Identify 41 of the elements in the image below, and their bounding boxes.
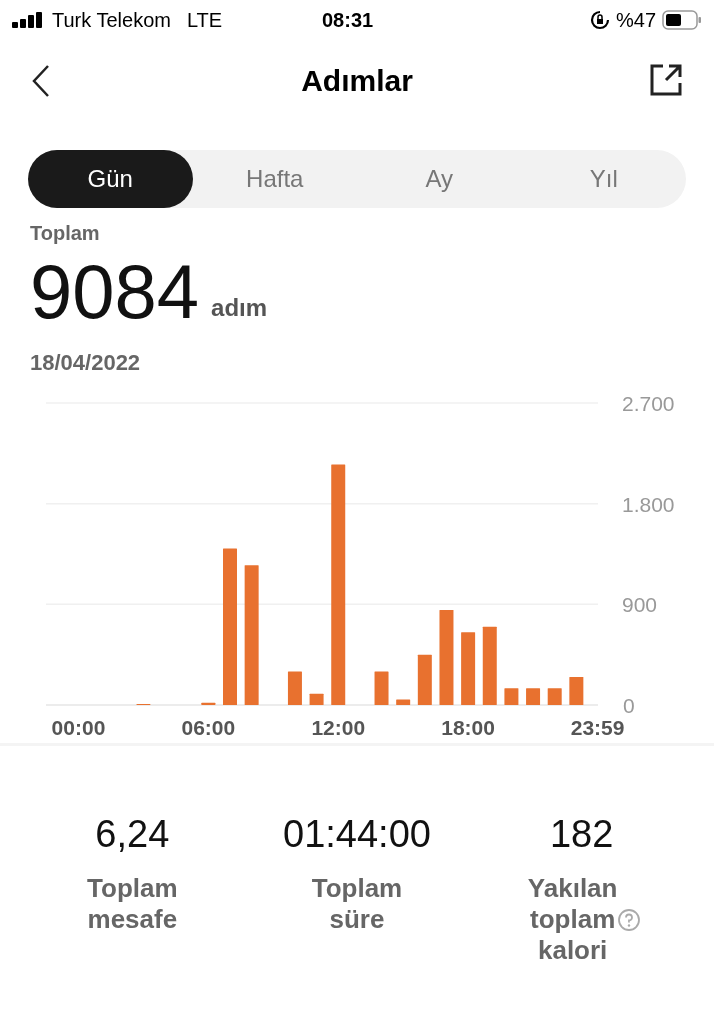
step-unit: adım xyxy=(211,293,268,323)
step-bar xyxy=(569,677,584,705)
step-count: 9084 xyxy=(30,252,200,332)
carrier-name: Turk Telekom xyxy=(52,8,171,33)
signal-icon xyxy=(12,12,44,28)
step-bar xyxy=(309,693,324,705)
stat-label: Toplam mesafe xyxy=(86,873,179,935)
y-axis-label: 2.700 xyxy=(622,392,675,415)
period-tab[interactable]: Yıl xyxy=(521,150,686,208)
x-axis-label: 00:00 xyxy=(51,716,106,739)
x-axis-label: 12:00 xyxy=(311,716,366,739)
rotation-lock-icon xyxy=(589,10,610,30)
battery-icon xyxy=(662,10,702,30)
x-axis-label: 06:00 xyxy=(181,716,236,739)
y-axis-label: 900 xyxy=(622,593,658,617)
stat-value: 01:44:00 xyxy=(283,812,431,857)
period-tab[interactable]: Gün xyxy=(28,150,193,208)
period-tab[interactable]: Ay xyxy=(357,150,522,208)
period-tab[interactable]: Hafta xyxy=(192,150,357,208)
step-bar xyxy=(396,699,411,705)
step-bar xyxy=(547,688,562,705)
step-bar xyxy=(417,654,432,705)
stat-label: Yakılan toplam kalori xyxy=(526,873,619,966)
step-bar xyxy=(287,671,302,705)
x-axis-label: 23:59 xyxy=(570,716,625,739)
y-axis-label: 1.800 xyxy=(622,492,675,516)
stat-value: 182 xyxy=(549,812,614,857)
total-label: Toplam xyxy=(30,221,101,246)
step-bar xyxy=(504,688,519,705)
battery-percent: %47 xyxy=(615,8,656,33)
clock: 08:31 xyxy=(322,8,374,33)
date-label: 18/04/2022 xyxy=(30,349,142,377)
step-bar xyxy=(201,702,216,705)
stat-label: Toplam süre xyxy=(310,873,404,935)
network-type: LTE xyxy=(186,8,223,33)
stat-value: 6,24 xyxy=(95,812,170,857)
page-title: Adımlar xyxy=(301,62,413,99)
y-axis-label: 0 xyxy=(623,694,635,717)
x-axis-label: 18:00 xyxy=(441,716,495,739)
step-bar xyxy=(526,688,541,705)
step-bar xyxy=(374,671,389,705)
